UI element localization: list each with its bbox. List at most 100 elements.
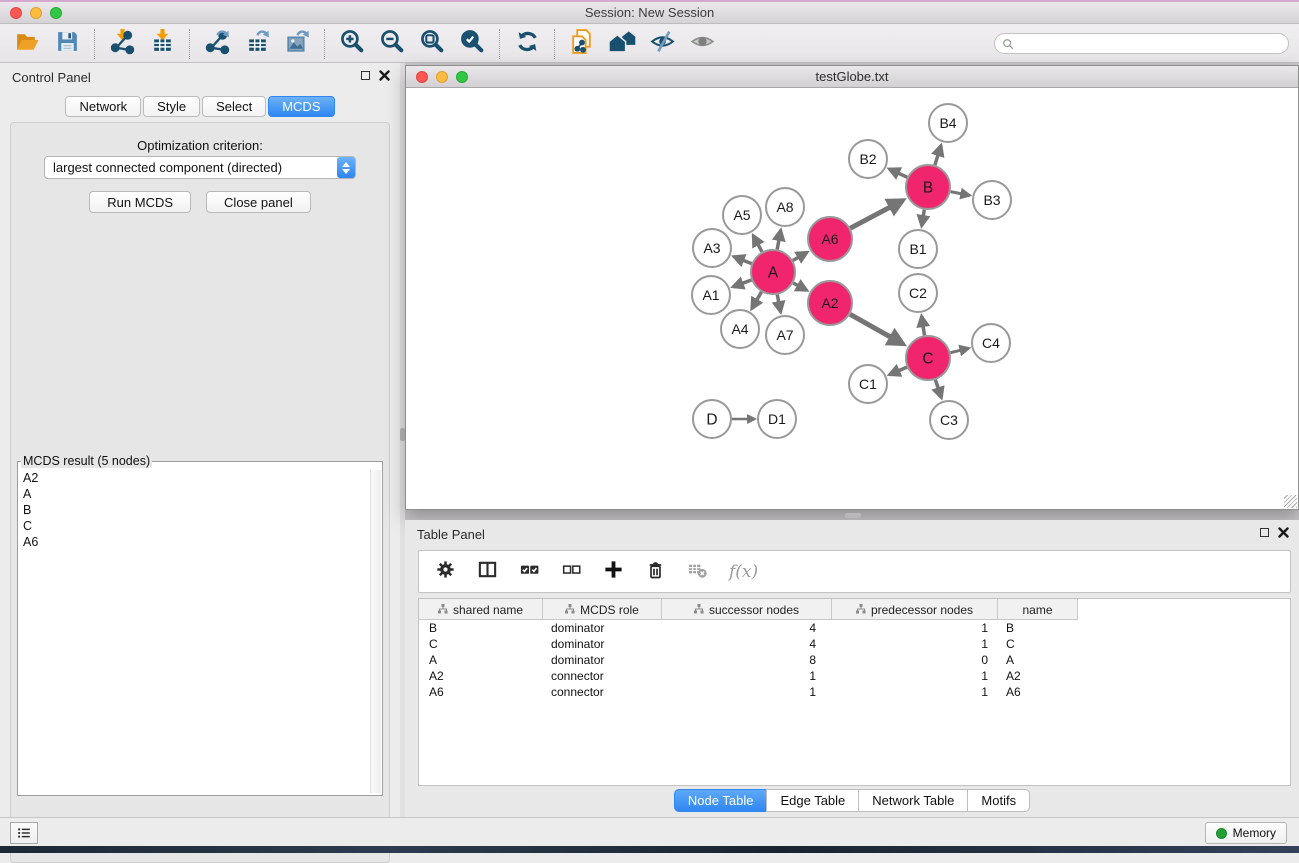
graph-edge-A-A3[interactable] (734, 257, 752, 264)
graph-node-B3[interactable]: B3 (973, 181, 1011, 219)
zoom-selected-button[interactable] (456, 28, 488, 60)
column-header-predecessor-nodes[interactable]: predecessor nodes (832, 599, 998, 620)
hide-panel-button[interactable] (646, 28, 678, 60)
refresh-button[interactable] (511, 28, 543, 60)
graph-node-D1[interactable]: D1 (758, 400, 796, 438)
table-cell[interactable]: A2 (419, 668, 543, 684)
tab-select[interactable]: Select (202, 96, 266, 117)
close-table-panel-icon[interactable] (1278, 527, 1289, 538)
table-cell[interactable]: dominator (543, 620, 662, 636)
float-table-panel-icon[interactable] (1260, 528, 1269, 537)
mcds-result-item[interactable]: A2 (19, 470, 369, 486)
zoom-window-button[interactable] (50, 7, 62, 19)
graph-node-C1[interactable]: C1 (849, 365, 887, 403)
table-cell[interactable]: A6 (998, 684, 1078, 700)
graph-edge-C-C1[interactable] (890, 367, 907, 375)
tab-mcds[interactable]: MCDS (268, 96, 334, 117)
column-display-button[interactable] (477, 559, 498, 585)
tab-motifs[interactable]: Motifs (967, 789, 1030, 812)
graph-node-D[interactable]: D (693, 400, 731, 438)
column-header-name[interactable]: name (998, 599, 1078, 620)
birdseye-button[interactable] (686, 28, 718, 60)
minimize-window-button[interactable] (30, 7, 42, 19)
table-row[interactable]: A6connector11A6 (419, 684, 1290, 700)
export-network-button[interactable] (201, 28, 233, 60)
graph-edge-A-A6[interactable] (793, 252, 807, 260)
graph-edge-B-B2[interactable] (889, 169, 907, 177)
graph-edge-C-C2[interactable] (922, 316, 925, 335)
table-cell[interactable]: A (998, 652, 1078, 668)
run-mcds-button[interactable]: Run MCDS (89, 191, 191, 213)
graph-node-B1[interactable]: B1 (899, 230, 937, 268)
graph-edge-A-A8[interactable] (777, 230, 781, 249)
close-window-button[interactable] (10, 7, 22, 19)
graph-edge-A6-B[interactable] (850, 200, 903, 228)
table-row[interactable]: Bdominator41B (419, 620, 1290, 636)
zoom-fit-button[interactable] (416, 28, 448, 60)
tab-node-table[interactable]: Node Table (674, 789, 768, 812)
column-header-mcds-role[interactable]: MCDS role (543, 599, 662, 620)
graph-edge-B-B1[interactable] (922, 210, 925, 226)
network-canvas[interactable]: B4B2BB3A8A5A3A6B1AA1A2C2A4A7CC4C1C3DD1 (406, 88, 1298, 509)
delete-button[interactable] (645, 559, 666, 585)
table-cell[interactable]: C (419, 636, 543, 652)
table-row[interactable]: Adominator80A (419, 652, 1290, 668)
graph-edge-A-A7[interactable] (777, 295, 780, 312)
network-window-titlebar[interactable]: testGlobe.txt (406, 66, 1298, 88)
table-cell[interactable]: 0 (832, 652, 998, 668)
zoom-network-window-button[interactable] (456, 71, 468, 83)
close-network-window-button[interactable] (416, 71, 428, 83)
table-cell[interactable]: C (998, 636, 1078, 652)
close-panel-button[interactable]: Close panel (206, 191, 311, 213)
import-network-button[interactable] (106, 28, 138, 60)
task-history-button[interactable] (10, 822, 38, 844)
table-cell[interactable]: connector (543, 684, 662, 700)
column-header-successor-nodes[interactable]: successor nodes (662, 599, 832, 620)
graph-node-B2[interactable]: B2 (849, 140, 887, 178)
table-cell[interactable]: 1 (832, 636, 998, 652)
table-row[interactable]: A2connector11A2 (419, 668, 1290, 684)
graph-edge-A-A5[interactable] (753, 236, 762, 252)
table-cell[interactable]: 4 (662, 620, 832, 636)
table-cell[interactable]: 1 (832, 620, 998, 636)
mcds-result-item[interactable]: A6 (19, 534, 369, 550)
tab-network[interactable]: Network (65, 96, 141, 117)
table-cell[interactable]: B (998, 620, 1078, 636)
graph-edge-C-C3[interactable] (935, 380, 941, 398)
zoom-in-button[interactable] (336, 28, 368, 60)
graph-node-C2[interactable]: C2 (899, 274, 937, 312)
graph-node-A5[interactable]: A5 (723, 196, 761, 234)
export-table-button[interactable] (241, 28, 273, 60)
table-cell[interactable]: A2 (998, 668, 1078, 684)
graph-edge-A-A2[interactable] (793, 283, 807, 290)
table-cell[interactable]: 8 (662, 652, 832, 668)
table-cell[interactable]: 1 (832, 684, 998, 700)
column-header-shared-name[interactable]: shared name (419, 599, 543, 620)
table-cell[interactable]: 1 (662, 668, 832, 684)
save-session-button[interactable] (51, 28, 83, 60)
graph-edge-A-A1[interactable] (733, 280, 751, 287)
graph-node-A[interactable]: A (751, 250, 795, 294)
result-scrollbar[interactable] (370, 470, 381, 793)
search-field[interactable] (994, 33, 1289, 54)
minimize-network-window-button[interactable] (436, 71, 448, 83)
table-cell[interactable]: B (419, 620, 543, 636)
float-panel-icon[interactable] (361, 71, 370, 80)
graph-edge-A2-C[interactable] (850, 314, 903, 344)
graph-node-A1[interactable]: A1 (692, 276, 730, 314)
table-cell[interactable]: 1 (662, 684, 832, 700)
graph-node-C4[interactable]: C4 (972, 324, 1010, 362)
graph-node-A7[interactable]: A7 (766, 316, 804, 354)
graph-edge-B-B3[interactable] (951, 192, 970, 196)
network-home-button[interactable] (606, 28, 638, 60)
graph-node-A8[interactable]: A8 (766, 188, 804, 226)
criterion-select[interactable]: largest connected component (directed) (44, 156, 356, 179)
add-column-button[interactable] (603, 559, 624, 585)
open-session-button[interactable] (11, 28, 43, 60)
graph-node-B[interactable]: B (906, 165, 950, 209)
memory-button[interactable]: Memory (1205, 822, 1287, 844)
zoom-out-button[interactable] (376, 28, 408, 60)
table-cell[interactable]: connector (543, 668, 662, 684)
select-all-button[interactable] (519, 559, 540, 585)
tab-edge-table[interactable]: Edge Table (766, 789, 859, 812)
